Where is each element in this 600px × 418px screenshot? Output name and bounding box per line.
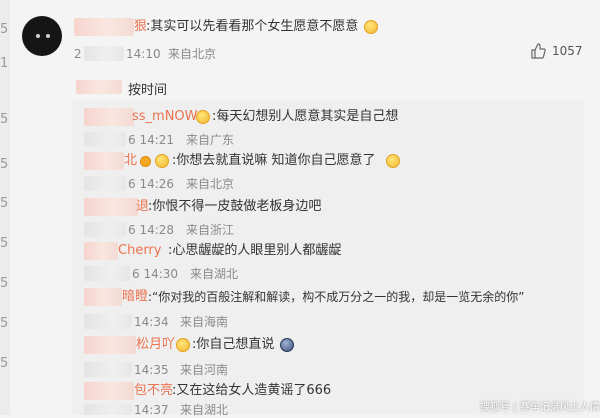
reply-username[interactable]: ss_mNOW [132,108,198,126]
reply-time: 14:37 [134,403,169,417]
blurred-reply-date [84,404,132,415]
avatar-eye [36,34,40,38]
crown-badge-icon [196,110,210,124]
sort-by-time-tab[interactable]: 按时间 [128,79,167,98]
reply-text: :心思龌龊的人眼里别人都龌龊 [168,243,342,258]
comment-thread: 5 1 5 5 5 5 5 5 5 狠 :其实可以先看看那个女生愿意不愿意 2 … [0,0,600,417]
reply-time: 14:35 [134,363,169,377]
blurred-reply-date [84,314,132,329]
strip-char: 5 [0,112,9,127]
reply-location: 来自广东 [186,133,235,147]
reply-location: 来自浙江 [186,223,235,237]
strip-char: 5 [0,356,9,371]
comment-location: 来自北京 [168,47,217,61]
like-count: 1057 [552,44,583,58]
strip-char: 5 [0,236,9,251]
strip-char: 5 [0,22,9,37]
reply-username[interactable]: 北 [124,152,137,170]
crying-emoji-icon [280,338,294,352]
reply-location: 来自湖北 [190,267,239,281]
like-button[interactable]: 1057 [530,43,583,59]
reply-text: :又在这给女人造黄谣了666 [172,383,332,398]
blurred-username[interactable] [74,18,134,36]
blurred-reply-date [84,266,130,281]
blurred-reply-name[interactable] [84,336,136,354]
comment-time: 14:10 [126,47,161,61]
avatar[interactable] [22,16,62,56]
reply-username[interactable]: Cherry [118,242,161,260]
strip-char: 5 [0,196,9,211]
blurred-reply-name[interactable] [84,382,134,400]
reply-location: 来自北京 [186,177,235,191]
strip-char: 1 [0,56,9,71]
reply-text: :你恨不得一皮鼓做老板身边吧 [148,199,322,214]
reply-time: 6 14:26 [128,177,175,191]
verified-badge-icon [140,156,151,167]
reply-time: 6 14:28 [128,223,175,237]
top-comment-text: :其实可以先看看那个女生愿意不愿意 [146,19,359,34]
reply-text: :你自己想直说 [192,337,275,352]
blurred-date [84,46,124,61]
strip-char: 5 [0,316,9,331]
crown-badge-icon [155,154,169,168]
reply-username[interactable]: 暗瞪 [122,288,148,306]
reply-username[interactable]: 松月吖 [136,336,175,354]
blurred-reply-name[interactable] [84,242,118,260]
blurred-reply-date [84,222,126,237]
left-edge-strip: 5 1 5 5 5 5 5 5 5 [0,0,10,415]
laughing-emoji-icon [364,20,378,34]
reply-username[interactable]: 包不亮 [134,382,173,400]
watermark: 搜狐号 | 赛车记录风土人情 [480,402,600,413]
strip-char: 5 [0,157,9,172]
blurred-reply-date [84,176,126,191]
reply-location: 来自海南 [180,315,229,329]
reply-location: 来自湖北 [180,403,229,417]
time-prefix: 2 [74,47,82,61]
reply-time: 14:34 [134,315,169,329]
thumbs-up-icon [531,43,546,59]
reply-time: 6 14:21 [128,133,175,147]
blurred-reply-name[interactable] [84,198,138,216]
crown-badge-icon [176,338,190,352]
blurred-reply-date [84,132,126,147]
blurred-reply-date [84,362,132,377]
reply-text: :你想去就直说嘛 知道你自己愿意了 [172,153,376,168]
reply-text: :每天幻想别人愿意其实是自己想 [212,109,399,124]
blurred-reply-name[interactable] [84,152,124,170]
wink-emoji-icon [386,154,400,168]
reply-text: :“你对我的百般注解和解读，构不成万分之一的我，却是一览无余的你” [148,290,525,304]
blurred-reply-name[interactable] [84,108,134,126]
blurred-reply-name[interactable] [84,288,122,306]
reply-location: 来自河南 [180,363,229,377]
avatar-eye [46,34,50,38]
strip-char: 5 [0,276,9,291]
reply-list: ss_mNOW :每天幻想别人愿意其实是自己想 6 14:21 来自广东 北 :… [72,100,584,417]
blurred-reply-header [76,80,122,94]
reply-time: 6 14:30 [132,267,179,281]
